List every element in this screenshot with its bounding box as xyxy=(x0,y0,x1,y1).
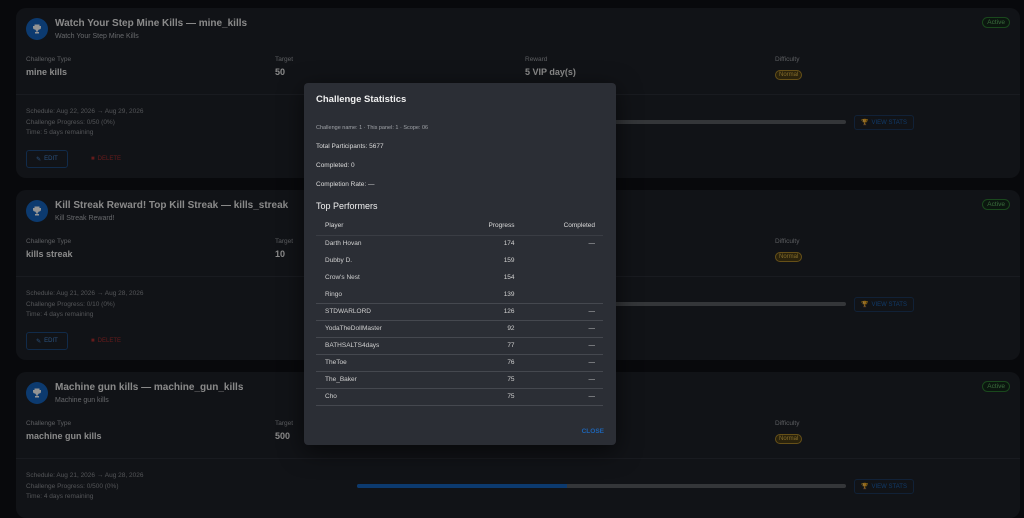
progress-cell: 75 xyxy=(453,370,521,388)
top-performers-heading: Top Performers xyxy=(316,201,378,211)
completed-cell xyxy=(521,269,603,286)
player-cell: The_Baker xyxy=(316,370,454,388)
challenge-statistics-dialog: Challenge Statistics Challenge name: 1 ·… xyxy=(304,83,616,445)
column-header-completed: Completed xyxy=(520,217,603,236)
progress-cell: 126 xyxy=(453,302,521,320)
progress-cell: 154 xyxy=(503,274,515,281)
player-cell: Cho xyxy=(316,387,454,406)
table-row: TheToe 76— xyxy=(316,353,603,371)
completed-cell: — xyxy=(520,387,603,406)
table-row: Ringo 139 xyxy=(316,286,603,303)
completed-cell: — xyxy=(520,353,603,371)
player-cell: Ringo xyxy=(325,290,342,298)
player-cell: Crow's Nest xyxy=(325,274,360,281)
close-button[interactable]: CLOSE xyxy=(582,428,604,435)
player-cell: Dubby D. xyxy=(325,257,353,264)
completion-rate: Completion Rate: — xyxy=(316,181,375,188)
completed-count: Completed: 0 xyxy=(316,162,355,169)
table-row: Cho 75— xyxy=(316,387,603,406)
progress-cell: 75 xyxy=(453,387,521,406)
column-header-player: Player xyxy=(316,217,454,236)
table-row: Darth Hovan 174 — xyxy=(316,235,603,252)
completed-cell: — xyxy=(520,302,603,320)
completed-cell: — xyxy=(588,240,596,248)
player-cell: BATHSALTS4days xyxy=(316,336,454,354)
column-header-progress: Progress xyxy=(453,217,521,236)
completed-cell: — xyxy=(520,319,603,337)
progress-cell: 76 xyxy=(453,353,521,371)
progress-cell: 92 xyxy=(453,319,521,337)
table-row: STDWARLORD 126— xyxy=(316,302,603,320)
table-row: YodaTheDollMaster 92— xyxy=(316,319,603,337)
progress-cell: 159 xyxy=(503,257,515,264)
progress-cell: 174 xyxy=(503,240,515,248)
completed-cell: — xyxy=(520,370,603,388)
player-cell: Darth Hovan xyxy=(325,240,362,248)
table-row: Crow's Nest 154 xyxy=(316,269,603,286)
dialog-info: Challenge name: 1 · This panel: 1 · Scop… xyxy=(316,125,429,131)
table-row: BATHSALTS4days 77— xyxy=(316,336,603,354)
dialog-title: Challenge Statistics xyxy=(316,94,407,105)
completed-cell: — xyxy=(520,336,603,354)
player-cell: STDWARLORD xyxy=(316,302,454,320)
top-performers-table: Player Progress Completed Darth Hovan 174… xyxy=(316,217,603,406)
completed-cell xyxy=(521,252,603,269)
progress-cell: 77 xyxy=(453,336,521,354)
completed-cell xyxy=(521,286,603,303)
progress-cell: 139 xyxy=(503,290,515,298)
table-row: Dubby D. 159 xyxy=(316,252,603,269)
total-participants: Total Participants: 5677 xyxy=(316,143,384,150)
player-cell: YodaTheDollMaster xyxy=(316,319,454,337)
player-cell: TheToe xyxy=(316,353,454,371)
table-row: The_Baker 75— xyxy=(316,370,603,388)
